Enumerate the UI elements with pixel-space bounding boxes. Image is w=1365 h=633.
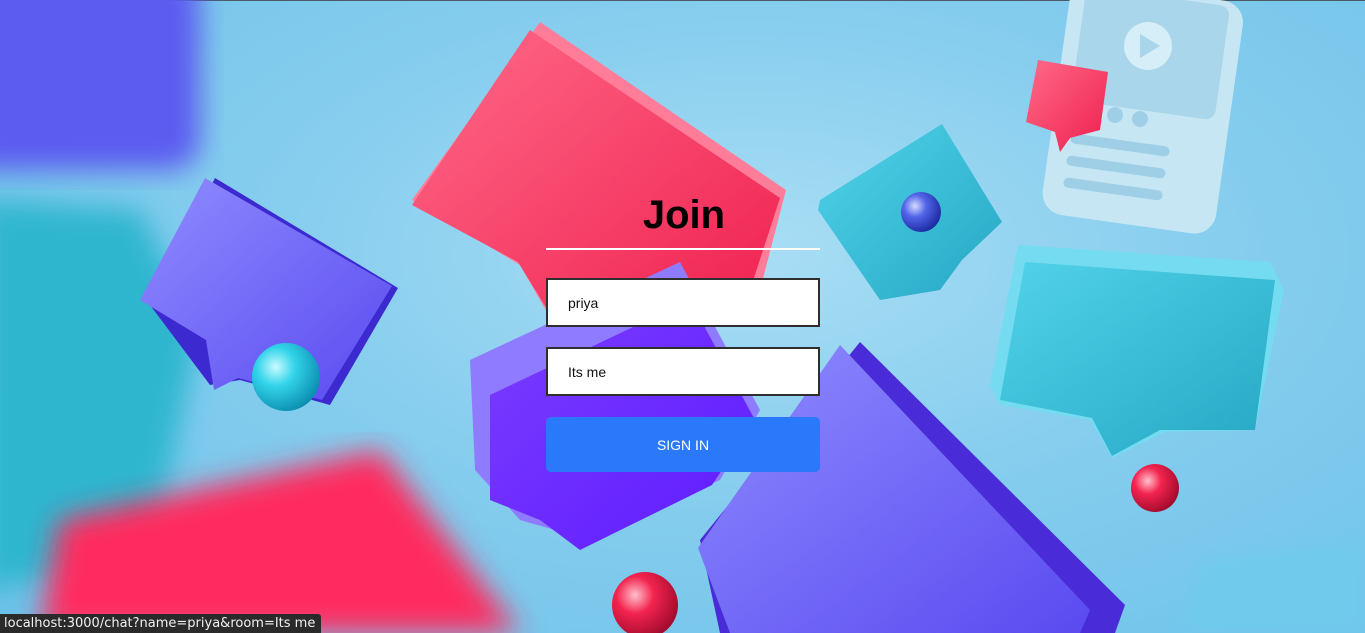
- title-divider: [546, 248, 820, 250]
- name-input[interactable]: [546, 278, 820, 327]
- page-title: Join: [642, 193, 726, 237]
- sign-in-button[interactable]: SIGN IN: [546, 417, 820, 472]
- join-form: Join SIGN IN: [546, 190, 820, 472]
- link-status-bar: localhost:3000/chat?name=priya&room=Its …: [0, 614, 322, 633]
- room-input[interactable]: [546, 347, 820, 396]
